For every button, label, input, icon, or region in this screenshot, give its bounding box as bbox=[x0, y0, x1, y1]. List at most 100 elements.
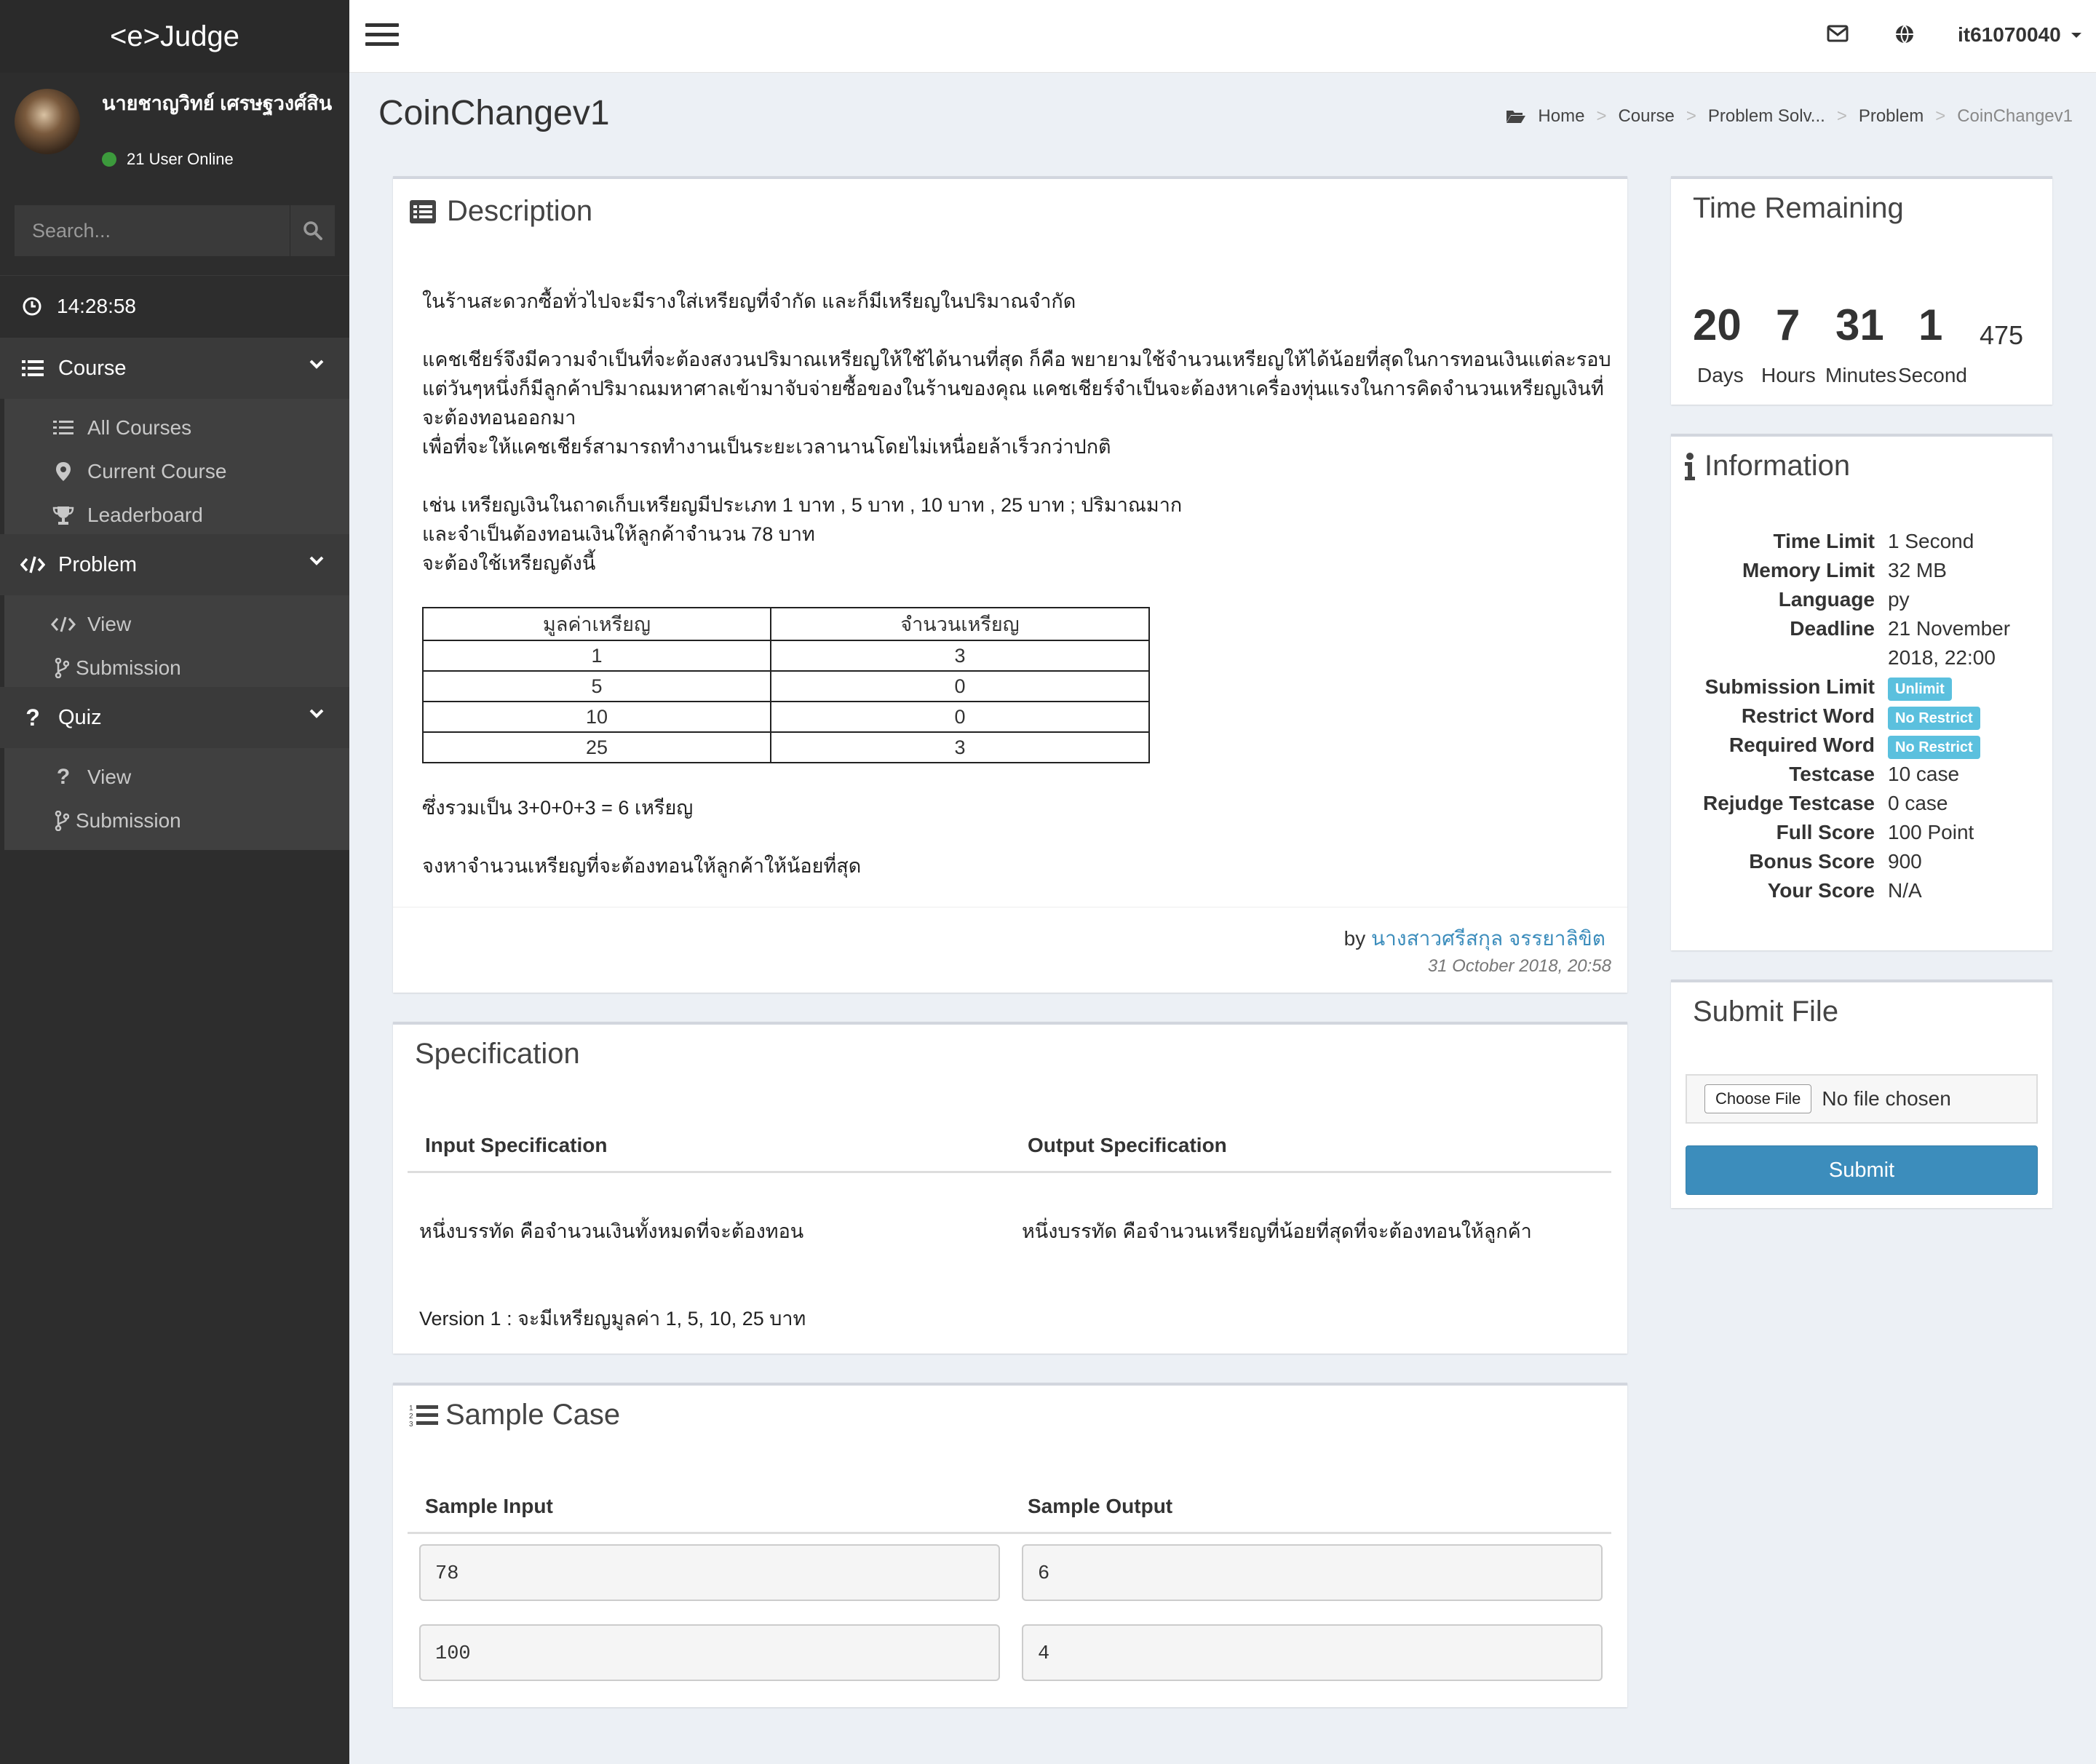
chevron-down-icon bbox=[309, 709, 324, 718]
output-spec-header: Output Specification bbox=[1028, 1134, 1227, 1156]
table-cell: 25 bbox=[422, 731, 771, 763]
description-box: Description ในร้านสะดวกซื้อทั่วไปจะมีราง… bbox=[393, 176, 1627, 993]
description-paragraph: และจำเป็นต้องทอนเงินให้ลูกค้าจำนวน 78 บา… bbox=[422, 523, 815, 545]
information-box: Information Time Limit 1 Second Memory Li… bbox=[1671, 434, 2052, 950]
list-icon bbox=[51, 419, 76, 437]
info-key: Full Score bbox=[1776, 821, 1875, 843]
sidebar-item-leaderboard[interactable]: Leaderboard bbox=[4, 493, 349, 537]
trophy-icon bbox=[51, 505, 76, 525]
sample-case-box: 123 Sample Case Sample Input Sample Outp… bbox=[393, 1383, 1627, 1707]
info-key: Bonus Score bbox=[1749, 850, 1875, 873]
sample-title: Sample Case bbox=[445, 1399, 621, 1431]
description-paragraph: เพื่อที่จะให้แคชเชียร์สามารถทำงานเป็นระย… bbox=[422, 436, 1111, 458]
breadcrumb-home[interactable]: Home bbox=[1538, 106, 1584, 127]
sidebar-item-quiz-submission[interactable]: Submission bbox=[4, 799, 349, 843]
folder-open-icon bbox=[1506, 111, 1526, 123]
nav-problem-header[interactable]: Problem bbox=[0, 534, 349, 595]
table-cell: 3 bbox=[770, 731, 1150, 763]
info-icon bbox=[1685, 452, 1695, 480]
sidebar-item-all-courses[interactable]: All Courses bbox=[4, 406, 349, 450]
nav-course-items: All Courses Current Course Leaderboard bbox=[0, 399, 349, 544]
info-value: 0 case bbox=[1888, 792, 1948, 814]
info-value: 100 Point bbox=[1888, 821, 1974, 843]
file-input[interactable]: Choose File No file chosen bbox=[1686, 1074, 2038, 1124]
minutes-value: 31 bbox=[1835, 301, 1884, 349]
sidebar-item-label: Leaderboard bbox=[87, 504, 203, 526]
online-count: 21 User Online bbox=[127, 150, 234, 168]
description-paragraph: เช่น เหรียญเงินในถาดเก็บเหรียญมีประเภท 1… bbox=[422, 494, 1183, 516]
table-cell: 10 bbox=[422, 701, 771, 733]
sidebar-item-problem-view[interactable]: View bbox=[4, 603, 349, 646]
days-value: 20 bbox=[1693, 301, 1742, 349]
nav-course-header[interactable]: Course bbox=[0, 338, 349, 399]
info-key: Testcase bbox=[1789, 763, 1875, 785]
nav-course: Course All Courses Current Course Leader… bbox=[0, 338, 349, 544]
breadcrumb: Home > Course > Problem Solv... > Proble… bbox=[1506, 106, 2073, 127]
nav-quiz-header[interactable]: ? Quiz bbox=[0, 687, 349, 748]
description-paragraph: จงหาจำนวนเหรียญที่จะต้องทอนให้ลูกค้าให้น… bbox=[422, 855, 862, 877]
choose-file-button[interactable]: Choose File bbox=[1704, 1084, 1812, 1113]
mail-icon[interactable] bbox=[1827, 25, 1849, 42]
breadcrumb-separator: > bbox=[1596, 106, 1607, 126]
time-remaining-box: Time Remaining 20 7 31 1 475 Days Hours … bbox=[1671, 176, 2052, 405]
info-value: 1 Second bbox=[1888, 530, 1974, 552]
author-link[interactable]: นางสาวศรีสกุล จรรยาลิขิต bbox=[1371, 927, 1605, 950]
specification-header-row: Input Specification Output Specification bbox=[408, 1112, 1611, 1173]
info-key: Time Limit bbox=[1773, 530, 1875, 552]
info-value: 10 case bbox=[1888, 763, 1960, 785]
specification-box: Specification Input Specification Output… bbox=[393, 1022, 1627, 1354]
svg-text:2: 2 bbox=[409, 1413, 413, 1421]
globe-icon[interactable] bbox=[1894, 23, 1916, 45]
breadcrumb-problem-set[interactable]: Problem Solv... bbox=[1708, 106, 1825, 127]
search-button[interactable] bbox=[290, 205, 335, 256]
file-status: No file chosen bbox=[1822, 1087, 1951, 1110]
status-badge: No Restrict bbox=[1888, 707, 1980, 730]
map-marker-icon bbox=[51, 461, 76, 482]
sample-output-block[interactable]: 4 bbox=[1022, 1624, 1603, 1681]
code-fork-icon bbox=[54, 811, 70, 831]
submit-file-title: Submit File bbox=[1693, 996, 1839, 1028]
hours-label: Hours bbox=[1761, 364, 1816, 386]
breadcrumb-course[interactable]: Course bbox=[1618, 106, 1674, 127]
nav-quiz: ? Quiz ? View Submission bbox=[0, 687, 349, 850]
chevron-down-icon bbox=[309, 359, 324, 369]
search-input[interactable] bbox=[15, 205, 290, 256]
sample-output-block[interactable]: 6 bbox=[1022, 1544, 1603, 1601]
info-key: Rejudge Testcase bbox=[1702, 792, 1875, 814]
app-logo[interactable]: <e>Judge bbox=[0, 0, 349, 73]
avatar[interactable] bbox=[15, 89, 80, 154]
description-title: Description bbox=[447, 195, 593, 227]
sidebar-item-label: View bbox=[87, 613, 132, 635]
input-spec-text: หนึ่งบรรทัด คือจำนวนเงินทั้งหมดที่จะต้อง… bbox=[419, 1220, 804, 1242]
nav-problem: Problem View Submission bbox=[0, 534, 349, 697]
user-menu[interactable]: it61070040 bbox=[1958, 23, 2083, 47]
table-cell: 0 bbox=[770, 670, 1150, 702]
status-badge: No Restrict bbox=[1888, 736, 1980, 759]
sidebar-item-problem-submission[interactable]: Submission bbox=[4, 646, 349, 690]
sample-input-block[interactable]: 100 bbox=[419, 1624, 1000, 1681]
status-badge: Unlimit bbox=[1888, 678, 1952, 701]
table-row: 13 bbox=[422, 640, 1150, 672]
seconds-value: 1 bbox=[1918, 301, 1943, 349]
submit-button[interactable]: Submit bbox=[1686, 1145, 2038, 1195]
sample-input-block[interactable]: 78 bbox=[419, 1544, 1000, 1601]
breadcrumb-current: CoinChangev1 bbox=[1957, 106, 2073, 126]
description-body: ในร้านสะดวกซื้อทั่วไปจะมีรางใส่เหรียญที่… bbox=[422, 287, 1616, 578]
sidebar-item-current-course[interactable]: Current Course bbox=[4, 450, 349, 493]
table-cell: 1 bbox=[422, 640, 771, 672]
sidebar-item-quiz-view[interactable]: ? View bbox=[4, 755, 349, 799]
breadcrumb-problem[interactable]: Problem bbox=[1859, 106, 1924, 127]
info-key: Language bbox=[1778, 588, 1875, 611]
time-remaining-title: Time Remaining bbox=[1693, 192, 1904, 224]
menu-toggle-icon[interactable] bbox=[365, 23, 399, 49]
list-ol-icon: 123 bbox=[409, 1405, 438, 1428]
sidebar: <e>Judge นายชาญวิทย์ เศรษฐวงศ์สิน 21 Use… bbox=[0, 0, 349, 1764]
sample-output-header: Sample Output bbox=[1028, 1495, 1173, 1517]
list-icon bbox=[20, 359, 45, 378]
info-key: Your Score bbox=[1767, 879, 1875, 902]
info-value: N/A bbox=[1888, 879, 1922, 902]
nav-problem-items: View Submission bbox=[0, 595, 349, 697]
info-value: 900 bbox=[1888, 850, 1922, 873]
nav-course-label: Course bbox=[58, 356, 127, 380]
table-cell: 3 bbox=[770, 640, 1150, 672]
